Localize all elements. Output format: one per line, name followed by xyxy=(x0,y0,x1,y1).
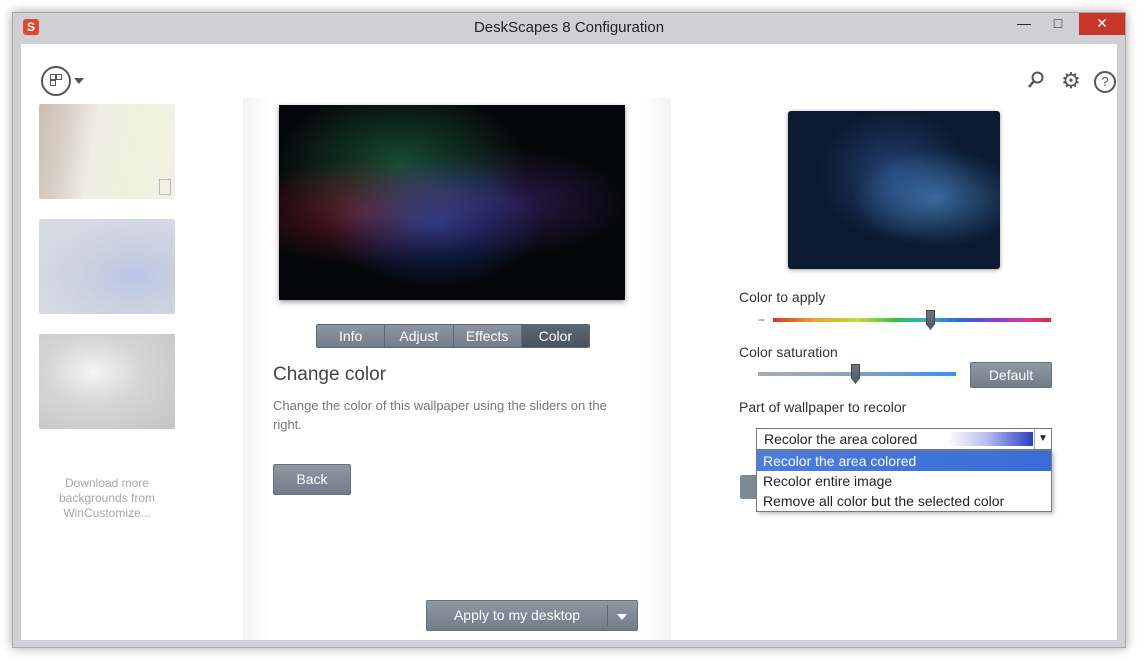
chevron-down-icon[interactable] xyxy=(74,78,84,84)
dropdown-option[interactable]: Recolor the area colored xyxy=(757,451,1051,471)
wallpaper-thumbnail[interactable] xyxy=(39,104,175,199)
section-title: Change color xyxy=(273,364,387,385)
chevron-down-icon[interactable]: ▼ xyxy=(1034,429,1051,449)
color-saturation-label: Color saturation xyxy=(739,344,838,360)
wallpaper-type-icon xyxy=(159,179,171,195)
maximize-button[interactable]: □ xyxy=(1041,13,1075,35)
tab-bar: Info Adjust Effects Color xyxy=(316,324,590,348)
app-window: S DeskScapes 8 Configuration — □ ✕ Downl… xyxy=(12,12,1126,648)
default-button[interactable]: Default xyxy=(970,362,1052,388)
client-area: Download more backgrounds from WinCustom… xyxy=(21,44,1117,640)
recolor-select[interactable]: Recolor the area colored ▼ xyxy=(756,428,1052,450)
apply-to-desktop-button[interactable]: Apply to my desktop xyxy=(426,600,638,631)
wallpaper-thumbnail[interactable] xyxy=(39,219,175,314)
color-slider[interactable] xyxy=(773,318,1051,322)
minimize-button[interactable]: — xyxy=(1007,13,1041,35)
chevron-down-icon[interactable] xyxy=(617,614,627,620)
wallpaper-preview xyxy=(279,105,625,300)
window-title: DeskScapes 8 Configuration xyxy=(473,19,665,36)
tab-color[interactable]: Color xyxy=(521,325,589,347)
minus-icon: − xyxy=(758,313,766,327)
apply-button-label: Apply to my desktop xyxy=(453,607,581,623)
gear-icon[interactable]: ⚙ xyxy=(1060,70,1082,92)
tab-adjust[interactable]: Adjust xyxy=(385,325,454,347)
dropdown-option[interactable]: Remove all color but the selected color xyxy=(757,491,1051,511)
color-preview-image xyxy=(788,111,1000,269)
close-button[interactable]: ✕ xyxy=(1079,13,1125,35)
tab-info[interactable]: Info xyxy=(317,325,386,347)
download-more-link[interactable]: Download more backgrounds from WinCustom… xyxy=(51,476,163,521)
dropdown-option[interactable]: Recolor entire image xyxy=(757,471,1051,491)
saturation-slider-handle[interactable] xyxy=(851,364,860,384)
recolor-select-value: Recolor the area colored xyxy=(764,431,918,447)
wallpaper-thumbnail[interactable] xyxy=(39,334,175,429)
title-bar[interactable]: S DeskScapes 8 Configuration — □ ✕ xyxy=(13,13,1125,43)
recolor-area-label: Part of wallpaper to recolor xyxy=(739,399,907,415)
section-description: Change the color of this wallpaper using… xyxy=(273,398,607,432)
divider xyxy=(607,605,608,626)
help-icon[interactable]: ? xyxy=(1094,71,1116,93)
view-layout-icon[interactable] xyxy=(41,66,71,96)
color-to-apply-label: Color to apply xyxy=(739,289,826,305)
back-button[interactable]: Back xyxy=(273,464,351,495)
color-swatch xyxy=(947,432,1033,446)
color-slider-handle[interactable] xyxy=(926,310,935,330)
search-icon[interactable] xyxy=(1025,70,1047,92)
tab-effects[interactable]: Effects xyxy=(453,325,522,347)
recolor-dropdown-list: Recolor the area colored Recolor entire … xyxy=(756,450,1052,512)
